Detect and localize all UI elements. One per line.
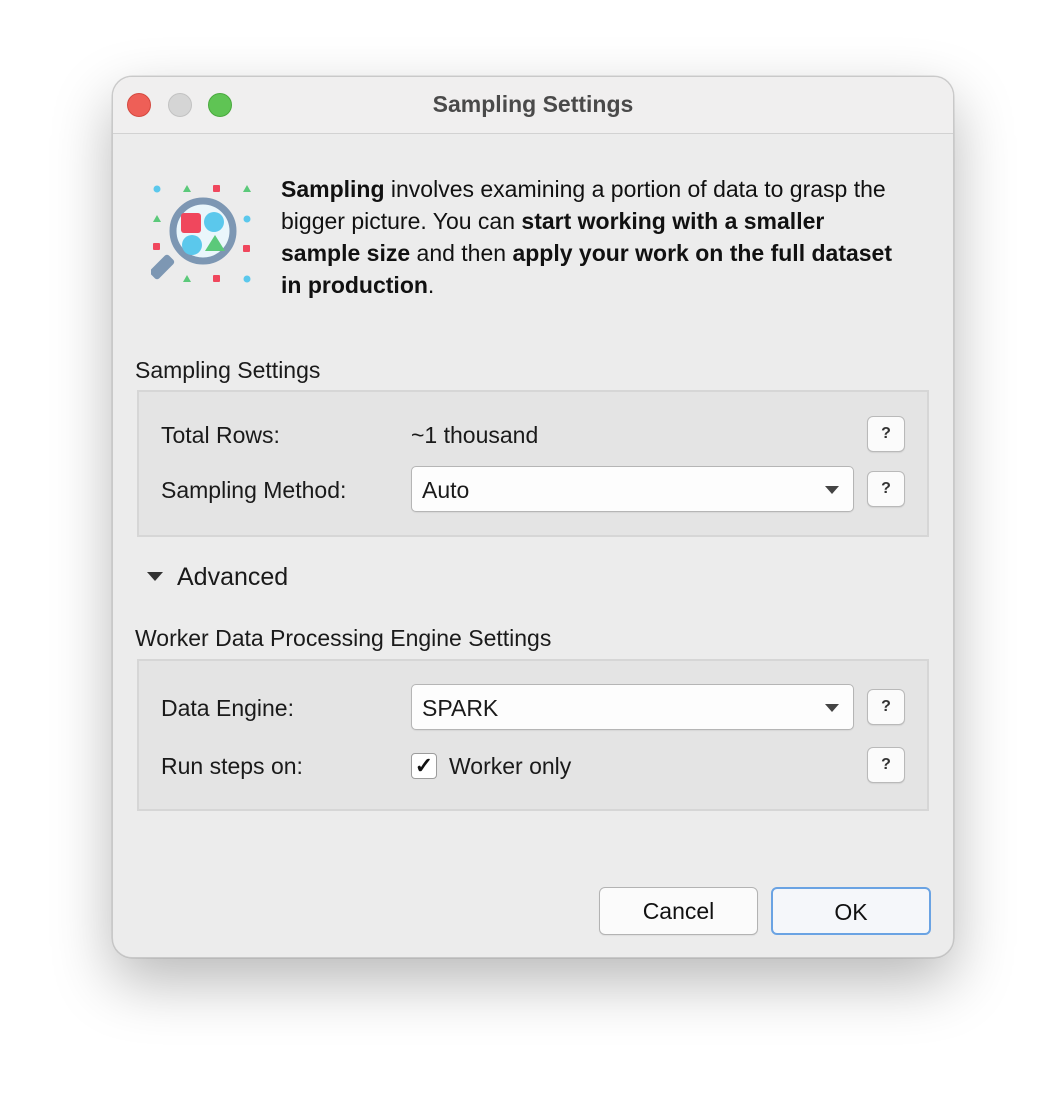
run-steps-help-button[interactable]: ? — [867, 747, 905, 783]
chevron-down-icon — [825, 704, 839, 712]
engine-settings-group: Data Engine: SPARK ? Run steps on: ✓ Wor… — [137, 659, 929, 811]
sampling-method-help-button[interactable]: ? — [867, 471, 905, 507]
total-rows-value: ~1 thousand — [411, 422, 539, 448]
title-bar: Sampling Settings — [113, 77, 953, 134]
intro-part: and then — [410, 240, 513, 266]
advanced-label: Advanced — [177, 563, 289, 591]
worker-only-checkbox[interactable]: ✓ — [411, 753, 437, 779]
chevron-down-icon — [825, 486, 839, 494]
intro-part: Sampling — [281, 176, 385, 202]
intro-part: . — [427, 272, 435, 298]
sampling-method-select[interactable]: Auto — [411, 466, 854, 512]
data-engine-value: SPARK — [422, 695, 499, 721]
sampling-section-label: Sampling Settings — [135, 357, 321, 383]
total-rows-help-button[interactable]: ? — [867, 416, 905, 452]
worker-only-label[interactable]: Worker only — [449, 753, 571, 780]
engine-section-label: Worker Data Processing Engine Settings — [135, 625, 552, 651]
data-engine-help-button[interactable]: ? — [867, 689, 905, 725]
data-engine-label: Data Engine: — [161, 695, 294, 721]
run-steps-label: Run steps on: — [161, 753, 303, 779]
sampling-method-label: Sampling Method: — [161, 477, 347, 503]
intro-description: Sampling involves examining a portion of… — [281, 173, 901, 301]
cancel-button[interactable]: Cancel — [599, 887, 758, 935]
data-engine-select[interactable]: SPARK — [411, 684, 854, 730]
total-rows-label: Total Rows: — [161, 422, 280, 448]
disclosure-triangle-icon — [147, 571, 163, 581]
sampling-settings-group: Total Rows: ~1 thousand ? Sampling Metho… — [137, 390, 929, 537]
sampling-method-value: Auto — [422, 477, 470, 503]
advanced-disclosure[interactable]: Advanced — [147, 563, 288, 592]
window-title: Sampling Settings — [432, 91, 634, 117]
sampling-settings-dialog: Sampling Settings Sampling involves exam… — [112, 76, 954, 958]
sampling-magnifier-icon — [151, 185, 251, 283]
ok-button[interactable]: OK — [771, 887, 931, 935]
